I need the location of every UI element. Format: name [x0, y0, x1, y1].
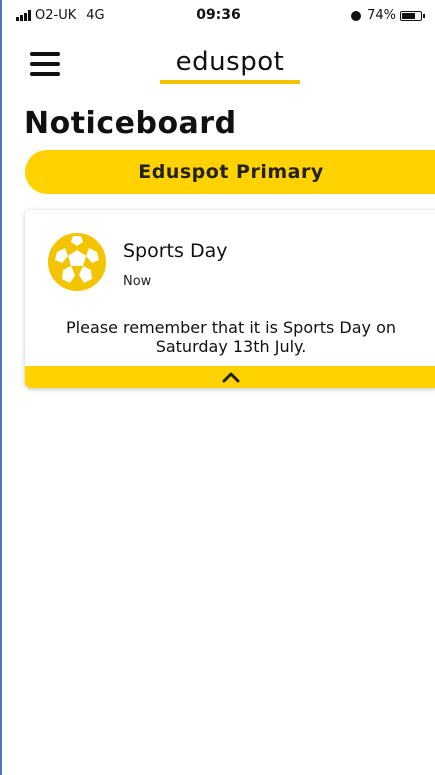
notice-card[interactable]: Sports Day Now Please remember that it i… [25, 210, 435, 388]
battery-percent: 74% [367, 8, 396, 23]
notice-body: Please remember that it is Sports Day on… [66, 318, 396, 356]
alarm-icon [351, 10, 362, 21]
status-right: 74% [351, 8, 425, 23]
notice-time: Now [123, 274, 152, 289]
football-icon [48, 233, 106, 291]
logo-text: eduspot [175, 47, 285, 77]
eduspot-logo: eduspot [160, 46, 300, 86]
chevron-up-icon [222, 372, 240, 383]
collapse-notice-button[interactable] [25, 366, 435, 388]
status-bar: O2-UK 4G 09:36 74% [2, 0, 435, 36]
page-title: Noticeboard [24, 106, 237, 141]
app-screen: O2-UK 4G 09:36 74% eduspot Noticeboard E… [0, 0, 435, 775]
logo-underline [160, 80, 300, 84]
app-header: eduspot [2, 36, 435, 96]
hamburger-menu-icon[interactable] [30, 52, 60, 76]
school-selector-button[interactable]: Eduspot Primary [25, 150, 435, 194]
battery-icon [400, 10, 425, 21]
notice-title: Sports Day [123, 240, 228, 262]
